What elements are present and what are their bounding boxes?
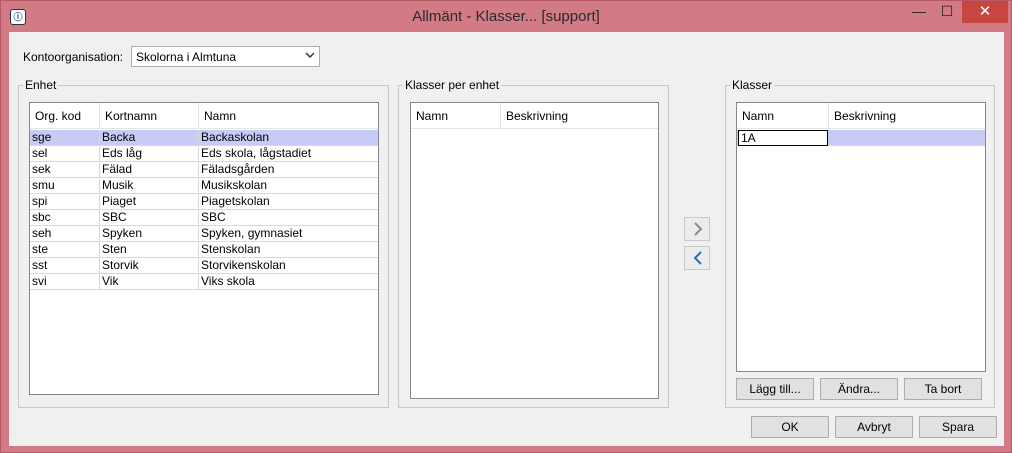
org-kod-cell: sbc [30, 210, 100, 226]
kontoorganisation-select[interactable]: Skolorna i Almtuna [131, 46, 320, 67]
kortnamn-cell: Piaget [100, 194, 199, 210]
table-row[interactable]: smu Musik Musikskolan [30, 178, 378, 194]
org-kod-cell: svi [30, 274, 100, 290]
kortnamn-cell: Sten [100, 242, 199, 258]
table-row[interactable]: seh Spyken Spyken, gymnasiet [30, 226, 378, 242]
chevron-right-icon [694, 222, 703, 236]
enhet-table-header: Org. kod Kortnamn Namn [30, 103, 378, 129]
close-button[interactable]: ✕ [962, 1, 1008, 23]
kortnamn-cell: Spyken [100, 226, 199, 242]
enhet-table[interactable]: Org. kod Kortnamn Namn sge Backa Backaskol… [29, 102, 379, 395]
kortnamn-cell: SBC [100, 210, 199, 226]
edit-class-button[interactable]: Ändra... [820, 378, 898, 400]
org-kod-cell: smu [30, 178, 100, 194]
ok-button[interactable]: OK [751, 416, 829, 438]
namn-cell: Viks skola [201, 274, 255, 288]
klasser-per-enhet-group: Klasser per enhet Namn Beskrivning [398, 78, 669, 408]
org-kod-cell: sek [30, 162, 100, 178]
column-header-namn[interactable]: Namn [737, 103, 829, 129]
org-kod-cell: sst [30, 258, 100, 274]
org-kod-cell: spi [30, 194, 100, 210]
enhet-legend: Enhet [23, 78, 59, 92]
class-description-cell[interactable] [829, 130, 985, 146]
klasser-per-enhet-legend: Klasser per enhet [403, 78, 502, 92]
chevron-left-icon [693, 251, 702, 265]
namn-cell: Fäladsgården [201, 162, 275, 176]
namn-cell: Stenskolan [201, 242, 261, 256]
column-header-kortnamn[interactable]: Kortnamn [100, 103, 199, 129]
kortnamn-cell: Vik [100, 274, 199, 290]
move-right-button[interactable] [684, 217, 710, 241]
klasser-legend: Klasser [730, 78, 775, 92]
kontoorganisation-label: Kontoorganisation: [23, 50, 124, 64]
remove-class-button[interactable]: Ta bort [904, 378, 982, 400]
table-row[interactable]: ste Sten Stenskolan [30, 242, 378, 258]
minimize-button[interactable]: — [905, 1, 933, 23]
namn-cell: Piagetskolan [201, 194, 270, 208]
table-row[interactable]: sbc SBC SBC [30, 210, 378, 226]
column-header-beskrivning[interactable]: Beskrivning [829, 103, 985, 129]
klasser-per-enhet-table-header: Namn Beskrivning [411, 103, 658, 129]
klasser-group: Klasser Namn Beskrivning 1A Lägg till...… [725, 78, 995, 408]
org-kod-cell: sel [30, 146, 100, 162]
kortnamn-cell: Musik [100, 178, 199, 194]
column-header-namn[interactable]: Namn [411, 103, 501, 129]
namn-cell: Spyken, gymnasiet [201, 226, 303, 240]
kortnamn-cell: Backa [100, 130, 199, 146]
klasser-table-header: Namn Beskrivning [737, 103, 985, 129]
title-bar[interactable]: ⓘ Allmänt - Klasser... [support] — ☐ ✕ [1, 1, 1011, 32]
cancel-button[interactable]: Avbryt [835, 416, 913, 438]
org-kod-cell: seh [30, 226, 100, 242]
table-row[interactable]: sel Eds låg Eds skola, lågstadiet [30, 146, 378, 162]
move-left-button[interactable] [684, 246, 710, 270]
kortnamn-cell: Fälad [100, 162, 199, 178]
maximize-button[interactable]: ☐ [933, 1, 961, 23]
column-header-beskrivning[interactable]: Beskrivning [501, 103, 658, 129]
window-title: Allmänt - Klasser... [support] [412, 8, 600, 25]
namn-cell: Storvikenskolan [201, 258, 286, 272]
save-button[interactable]: Spara [919, 416, 997, 438]
add-class-button[interactable]: Lägg till... [736, 378, 814, 400]
klasser-table[interactable]: Namn Beskrivning 1A [736, 102, 986, 372]
table-row[interactable]: sst Storvik Storvikenskolan [30, 258, 378, 274]
class-name-cell[interactable]: 1A [738, 130, 828, 146]
table-row[interactable]: spi Piaget Piagetskolan [30, 194, 378, 210]
column-header-org-kod[interactable]: Org. kod [30, 103, 100, 129]
table-row[interactable]: 1A [737, 130, 985, 146]
dialog-window: ⓘ Allmänt - Klasser... [support] — ☐ ✕ K… [0, 0, 1012, 453]
namn-cell: SBC [201, 210, 226, 224]
kortnamn-cell: Storvik [100, 258, 199, 274]
table-row[interactable]: svi Vik Viks skola [30, 274, 378, 290]
chevron-down-icon [305, 50, 315, 63]
table-row[interactable]: sge Backa Backaskolan [30, 130, 378, 146]
klasser-per-enhet-table[interactable]: Namn Beskrivning [410, 102, 659, 399]
namn-cell: Musikskolan [201, 178, 268, 192]
dialog-content: Kontoorganisation: Skolorna i Almtuna En… [9, 32, 1004, 446]
org-kod-cell: ste [30, 242, 100, 258]
org-kod-cell: sge [30, 130, 100, 146]
namn-cell: Eds skola, lågstadiet [201, 146, 312, 160]
kortnamn-cell: Eds låg [100, 146, 199, 162]
kontoorganisation-value: Skolorna i Almtuna [136, 50, 237, 64]
table-row[interactable]: sek Fälad Fäladsgården [30, 162, 378, 178]
column-header-namn[interactable]: Namn [199, 103, 378, 129]
enhet-group: Enhet Org. kod Kortnamn Namn sge Backa Bac… [18, 78, 389, 408]
namn-cell: Backaskolan [201, 130, 270, 144]
